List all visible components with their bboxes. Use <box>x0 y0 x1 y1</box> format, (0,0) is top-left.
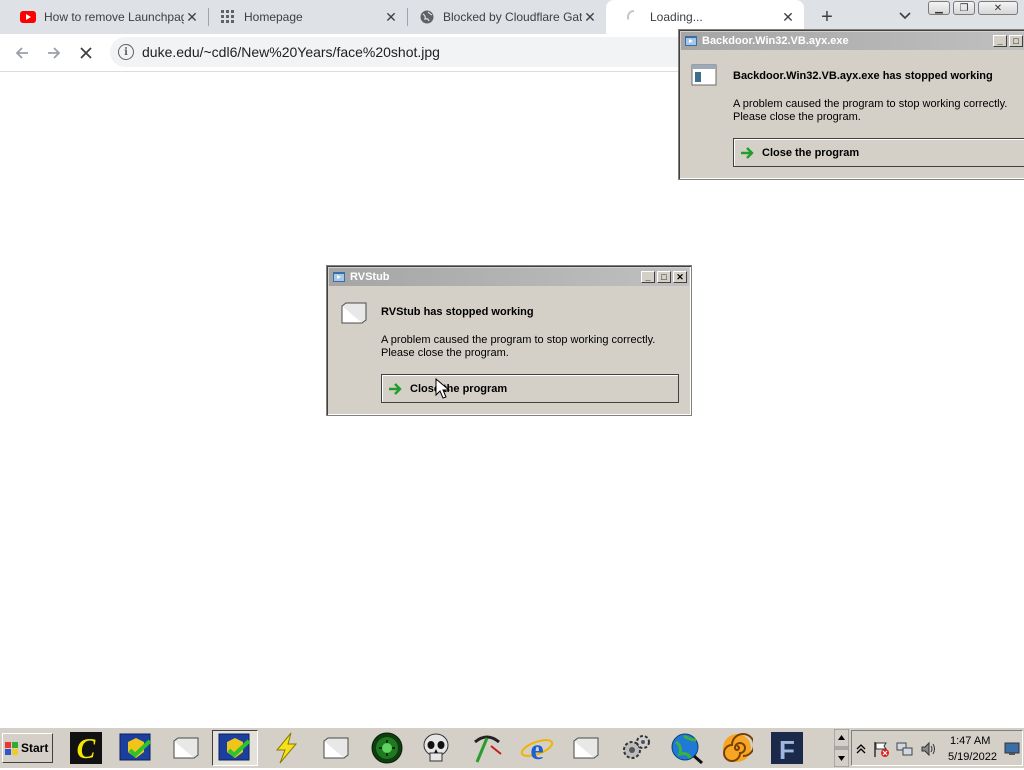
dialog-message-line2: Please close the program. <box>381 347 509 359</box>
c-app-icon[interactable]: C <box>63 730 109 766</box>
start-button[interactable]: Start <box>2 733 53 763</box>
svg-text:e: e <box>530 733 543 764</box>
folder-icon[interactable] <box>163 730 209 766</box>
folder-icon[interactable] <box>313 730 359 766</box>
tab-title: Homepage <box>244 10 303 24</box>
loading-spinner-icon <box>626 9 642 25</box>
maximize-button[interactable]: □ <box>657 271 671 283</box>
tab-youtube[interactable]: How to remove Launchpage ✕ <box>0 0 208 34</box>
dialog-titlebar[interactable]: Backdoor.Win32.VB.ayx.exe _ □ <box>681 32 1024 50</box>
f-app-icon[interactable]: F <box>764 730 810 766</box>
rvstub-error-dialog: RVStub _ □ ✕ RVStub has stopped working … <box>326 265 692 416</box>
dialog-message-line2: Please close the program. <box>733 111 861 123</box>
site-info-icon[interactable]: i <box>118 44 134 60</box>
gears-icon[interactable] <box>613 730 659 766</box>
tab-title: Loading... <box>650 10 703 24</box>
apps-grid-icon <box>220 9 236 25</box>
clock-date[interactable]: 5/19/2022 <box>948 751 997 763</box>
skull-icon[interactable] <box>413 730 459 766</box>
close-program-label: Close the program <box>762 146 860 159</box>
address-bar[interactable]: i duke.edu/~cdl6/New%20Years/face%20shot… <box>110 37 750 67</box>
dialog-title: Backdoor.Win32.VB.ayx.exe <box>702 35 849 47</box>
dialog-title: RVStub <box>350 271 390 283</box>
youtube-icon <box>20 9 36 25</box>
tab-title: How to remove Launchpage <box>44 10 184 24</box>
backdoor-error-dialog: Backdoor.Win32.VB.ayx.exe _ □ Backdoor.W… <box>678 29 1024 180</box>
dialog-heading: RVStub has stopped working <box>381 306 534 318</box>
start-label: Start <box>21 741 49 755</box>
svg-text:C: C <box>77 734 96 764</box>
stop-loading-button[interactable] <box>72 39 100 67</box>
taskbar: Start C e F 1:47 AM 5/19/2022 <box>0 727 1024 768</box>
pickaxe-icon[interactable] <box>464 730 510 766</box>
show-hidden-icons-icon[interactable] <box>856 743 866 755</box>
show-desktop-icon[interactable] <box>1004 742 1020 756</box>
globe-search-icon[interactable] <box>664 730 710 766</box>
windows-flag-icon <box>5 741 18 755</box>
url-text[interactable]: duke.edu/~cdl6/New%20Years/face%20shot.j… <box>142 44 440 60</box>
tab-close-icon[interactable]: ✕ <box>780 9 796 25</box>
green-arrow-icon <box>389 382 402 395</box>
tab-close-icon[interactable]: ✕ <box>582 9 598 25</box>
back-button[interactable] <box>8 39 36 67</box>
tab-cloudflare[interactable]: Blocked by Cloudflare Gatew ✕ <box>399 0 606 34</box>
action-center-flag-icon[interactable] <box>872 740 890 758</box>
close-program-button[interactable]: Close the program <box>381 374 679 403</box>
minimize-button[interactable]: _ <box>993 35 1007 47</box>
tab-homepage[interactable]: Homepage ✕ <box>200 0 407 34</box>
clock-time[interactable]: 1:47 AM <box>950 735 990 747</box>
close-program-button[interactable]: Close the program <box>733 138 1024 167</box>
close-x-icon <box>80 47 92 59</box>
minimize-button[interactable]: _ <box>641 271 655 283</box>
forward-arrow-icon <box>48 47 61 59</box>
minimize-window-button[interactable]: ▁ <box>928 1 950 15</box>
mouse-cursor-icon <box>435 378 451 399</box>
tab-close-icon[interactable]: ✕ <box>383 9 399 25</box>
system-tray: 1:47 AM 5/19/2022 <box>851 730 1023 766</box>
dialog-titlebar[interactable]: RVStub _ □ ✕ <box>329 268 689 286</box>
green-arrow-icon <box>741 146 754 159</box>
dialog-message-line1: A problem caused the program to stop wor… <box>733 98 1008 110</box>
close-button[interactable]: ✕ <box>673 271 687 283</box>
app-icon <box>685 36 697 46</box>
spiral-icon[interactable] <box>714 730 760 766</box>
volume-icon[interactable] <box>920 740 938 758</box>
app-icon <box>333 272 345 282</box>
taskbar-scroll-buttons[interactable] <box>833 728 850 768</box>
back-arrow-icon <box>15 47 28 59</box>
dialog-message-line1: A problem caused the program to stop wor… <box>381 334 656 346</box>
security-shield-icon[interactable] <box>113 730 159 766</box>
program-window-icon <box>691 64 717 86</box>
new-tab-button[interactable]: + <box>815 5 839 29</box>
tab-search-chevron-icon[interactable] <box>895 6 915 26</box>
lightning-icon[interactable] <box>263 730 309 766</box>
tab-title: Blocked by Cloudflare Gatew <box>443 10 582 24</box>
restore-window-button[interactable]: ❐ <box>953 1 975 15</box>
globe-icon <box>419 9 435 25</box>
internet-explorer-icon[interactable]: e <box>514 730 560 766</box>
security-shield-icon[interactable] <box>212 730 258 766</box>
tab-close-icon[interactable]: ✕ <box>184 9 200 25</box>
program-window-icon <box>341 302 367 324</box>
close-window-button[interactable]: ✕ <box>978 1 1018 15</box>
svg-text:F: F <box>779 735 795 764</box>
network-icon[interactable] <box>896 740 914 758</box>
green-orb-icon[interactable] <box>364 730 410 766</box>
maximize-button[interactable]: □ <box>1009 35 1023 47</box>
close-program-label: Close the program <box>410 382 508 395</box>
folder-icon[interactable] <box>563 730 609 766</box>
forward-button[interactable] <box>40 39 68 67</box>
dialog-heading: Backdoor.Win32.VB.ayx.exe has stopped wo… <box>733 70 993 82</box>
